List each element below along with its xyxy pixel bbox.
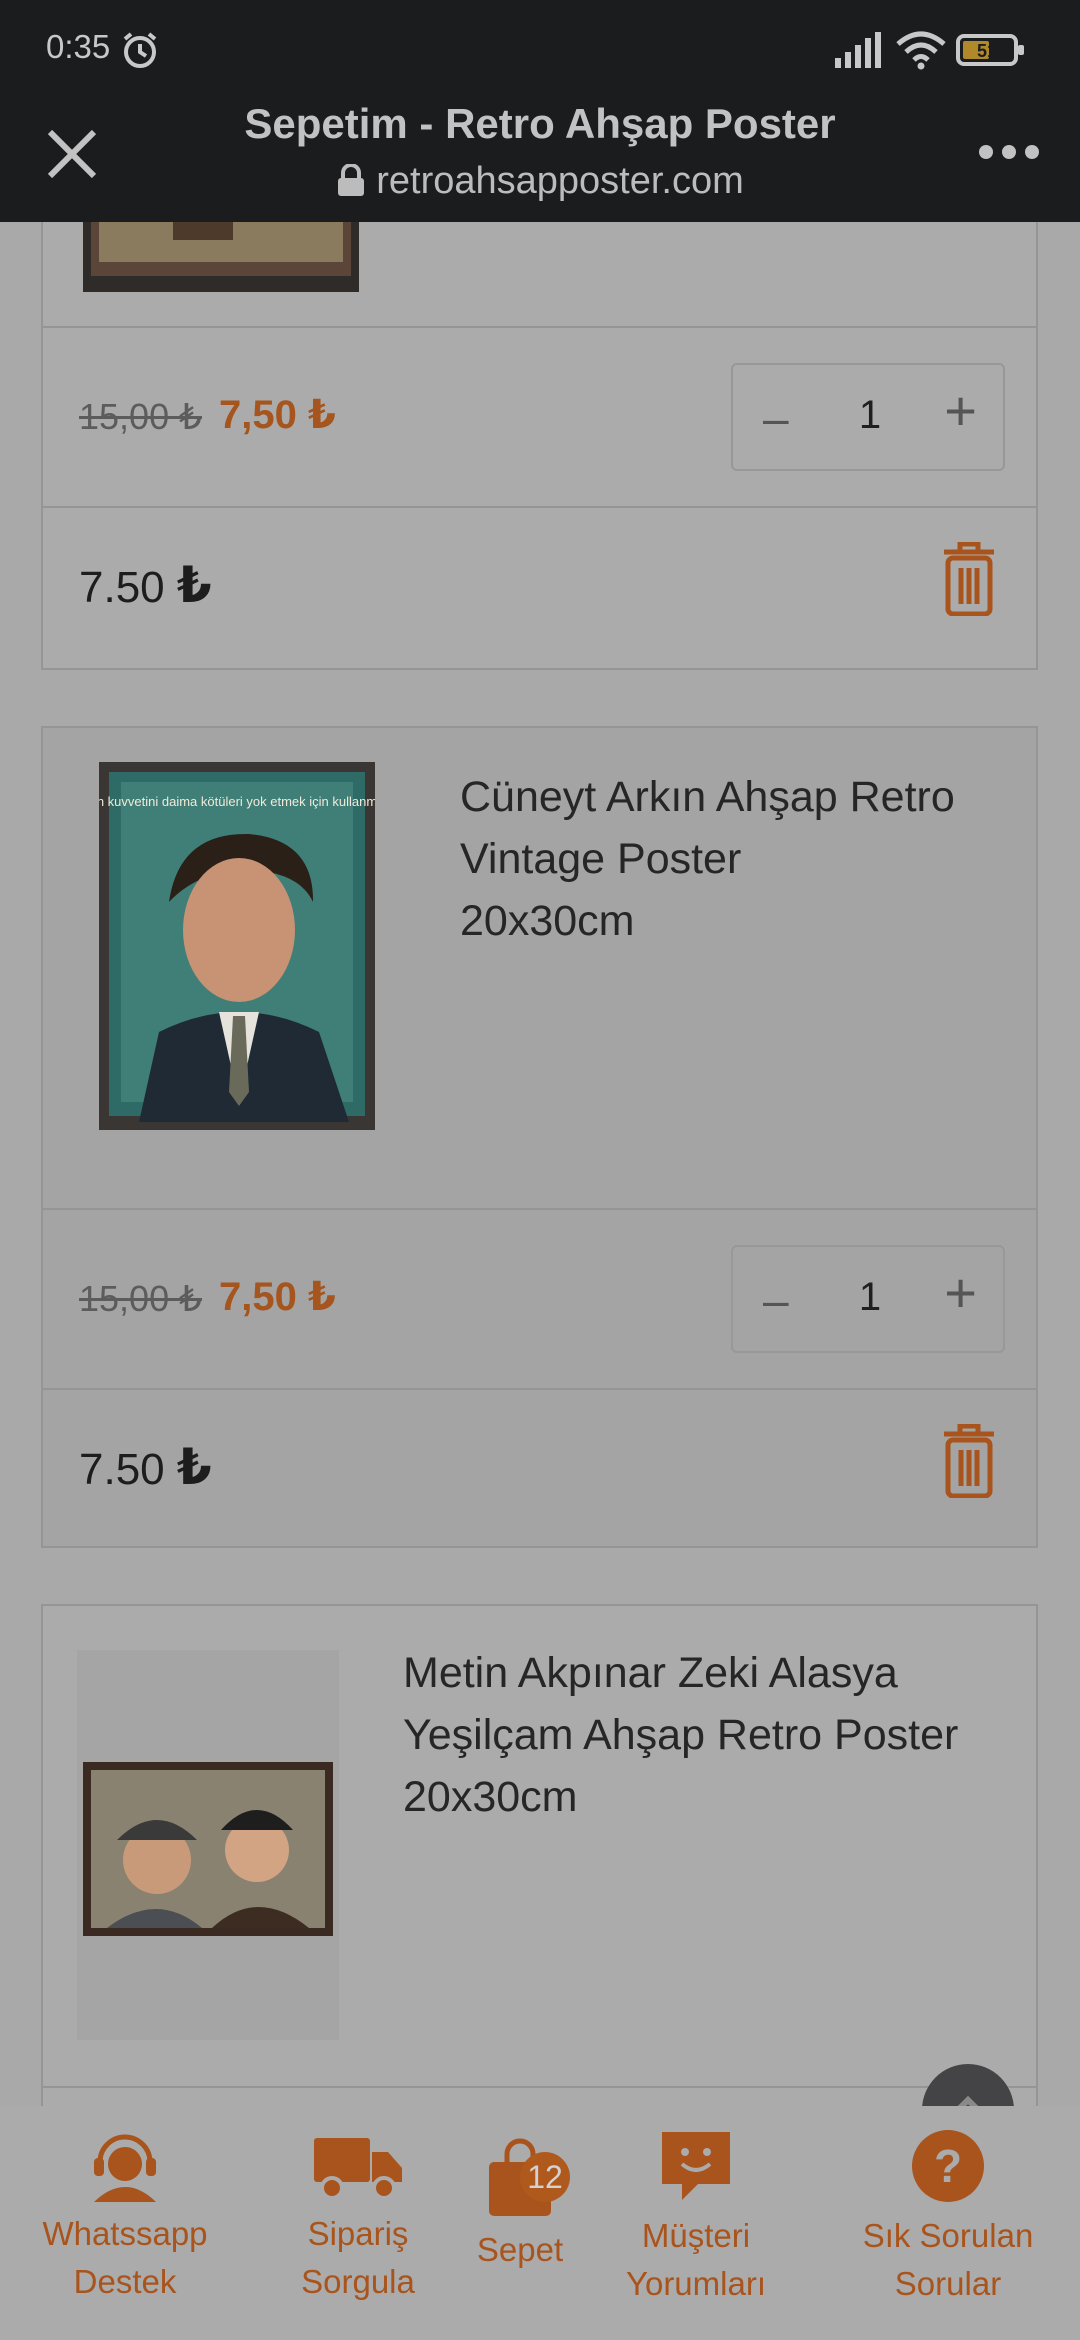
nav-faq[interactable]: ? Sık Sorulan Sorular <box>858 2128 1038 2308</box>
support-agent-icon <box>94 2134 156 2202</box>
divider <box>43 506 1036 508</box>
product-name[interactable]: Cüneyt Arkın Ahşap Retro Vintage Poster … <box>460 766 955 952</box>
lock-icon <box>338 164 365 196</box>
old-price: 15,00 ₺ <box>79 1278 202 1319</box>
divider <box>43 1388 1036 1390</box>
signal-icon <box>835 32 881 68</box>
cart-count-badge: 12 <box>520 2152 570 2202</box>
product-image[interactable] <box>77 1650 339 2040</box>
nav-customer-reviews[interactable]: Müşteri Yorumları <box>616 2128 776 2308</box>
item-total: 7.50 ₺ <box>79 557 212 613</box>
divider <box>43 2086 1036 2088</box>
more-options-icon[interactable] <box>978 138 1040 166</box>
trash-icon[interactable] <box>940 1424 998 1498</box>
cart-item: Metin Akpınar Zeki Alasya Yeşilçam Ahşap… <box>41 1604 1038 2164</box>
battery-icon: 51 <box>956 34 1024 66</box>
browser-url-bar[interactable]: retroahsapposter.com <box>0 160 1080 203</box>
alarm-icon <box>123 32 157 68</box>
chat-smile-icon <box>662 2132 730 2200</box>
nav-order-tracking[interactable]: Sipariş Sorgula <box>272 2128 444 2306</box>
old-price: 15,00 ₺ <box>79 396 202 437</box>
nav-label: Sık Sorulan Sorular <box>862 2217 1034 2302</box>
bottom-navigation: Whatssapp Destek Sipariş Sorgula Sepet 1… <box>0 2106 1080 2340</box>
status-time: 0:35 <box>46 28 111 65</box>
increase-quantity-button[interactable]: + <box>944 1265 977 1321</box>
question-icon: ? <box>912 2130 984 2202</box>
truck-icon <box>314 2138 402 2200</box>
product-image[interactable]: İnsan kuvvetini daima kötüleri yok etmek… <box>99 762 375 1130</box>
svg-text:?: ? <box>934 2140 962 2192</box>
divider <box>43 1208 1036 1210</box>
battery-level: 51 <box>977 41 997 61</box>
quantity-stepper: – 1 + <box>731 363 1005 471</box>
increase-quantity-button[interactable]: + <box>944 383 977 439</box>
nav-label: Sipariş Sorgula <box>301 2215 415 2300</box>
browser-url: retroahsapposter.com <box>376 160 744 202</box>
nav-label: Müşteri Yorumları <box>625 2217 766 2302</box>
item-total: 7.50 ₺ <box>79 1439 212 1495</box>
battery-indicator: 51 <box>956 34 1026 66</box>
wifi-icon <box>896 31 946 70</box>
trash-icon[interactable] <box>940 542 998 616</box>
nav-whatsapp-support[interactable]: Whatssapp Destek <box>34 2128 216 2306</box>
nav-label: Sepet <box>476 2231 564 2268</box>
status-bar: 0:35 51 <box>0 0 1080 100</box>
nav-label: Whatssapp Destek <box>42 2215 208 2300</box>
product-image-caption: İnsan kuvvetini daima kötüleri yok etmek… <box>99 794 375 809</box>
product-name[interactable]: Metin Akpınar Zeki Alasya Yeşilçam Ahşap… <box>403 1642 958 1828</box>
quantity-stepper: – 1 + <box>731 1245 1005 1353</box>
browser-page-title: Sepetim - Retro Ahşap Poster <box>244 100 836 147</box>
divider <box>43 326 1036 328</box>
cart-item: 15,00 ₺ 7,50 ₺ – 1 + 7.50 ₺ <box>41 180 1038 670</box>
discount-price: 7,50 ₺ <box>219 1275 336 1319</box>
cart-item: İnsan kuvvetini daima kötüleri yok etmek… <box>41 726 1038 1548</box>
browser-header: 0:35 51 Sepetim - Retro Ahşap Poster ret… <box>0 0 1080 222</box>
discount-price: 7,50 ₺ <box>219 393 336 437</box>
nav-cart[interactable]: Sepet <box>460 2128 580 2274</box>
